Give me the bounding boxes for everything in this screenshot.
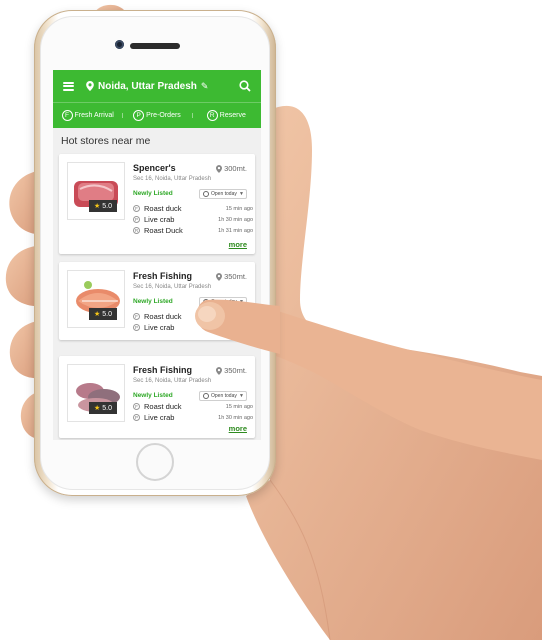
earpiece-speaker bbox=[130, 43, 180, 49]
rating-badge: ★ 5.0 bbox=[89, 200, 117, 212]
list-item[interactable]: P Live crab 1h 30 min ago bbox=[133, 413, 253, 422]
front-camera bbox=[115, 40, 124, 49]
newly-listed-label: Newly Listed bbox=[133, 190, 173, 197]
store-name[interactable]: Spencer's bbox=[133, 163, 176, 173]
item-badge: R bbox=[133, 227, 140, 234]
rating-value: 5.0 bbox=[102, 404, 112, 412]
distance-value: 350mt. bbox=[224, 272, 247, 281]
rating-badge: ★ 5.0 bbox=[89, 308, 117, 320]
tab-reserve[interactable]: R Reserve bbox=[191, 110, 261, 121]
tab-label: Fresh Arrival bbox=[74, 112, 114, 119]
pencil-icon[interactable]: ✎ bbox=[201, 81, 209, 92]
star-icon: ★ bbox=[93, 311, 101, 318]
item-time: 15 min ago bbox=[225, 403, 253, 410]
tab-fresh-arrival[interactable]: F Fresh Arrival bbox=[53, 110, 122, 121]
item-time: 15 min ago bbox=[225, 205, 253, 212]
item-badge: P bbox=[133, 324, 140, 331]
app-bar: Noida, Uttar Pradesh ✎ F Fresh Arrival PP… bbox=[53, 70, 261, 128]
list-item[interactable]: P Live crab 1h 30 min ago bbox=[133, 215, 253, 224]
store-address: Sec 16, Noida, Uttar Pradesh bbox=[133, 176, 212, 182]
item-badge: F bbox=[133, 403, 140, 410]
item-time: 1h 30 min ago bbox=[218, 414, 253, 421]
store-card[interactable]: ★ 5.0 Fresh Fishing 350mt. Sec 16, Noida,… bbox=[59, 356, 255, 438]
item-name: Roast duck bbox=[144, 402, 182, 411]
section-title: Hot stores near me bbox=[61, 135, 151, 147]
stage: Noida, Uttar Pradesh ✎ F Fresh Arrival PP… bbox=[0, 0, 542, 640]
item-name: Live crab bbox=[144, 215, 175, 224]
distance: 300mt. bbox=[216, 164, 247, 173]
item-badge: P bbox=[133, 216, 140, 223]
item-name: Roast duck bbox=[144, 312, 182, 321]
store-address: Sec 16, Noida, Uttar Pradesh bbox=[133, 284, 212, 290]
location-label[interactable]: Noida, Uttar Pradesh bbox=[98, 81, 197, 92]
list-item[interactable]: R Roast Duck 1h 31 min ago bbox=[133, 226, 253, 235]
item-time: 1h 31 min ago bbox=[218, 227, 253, 234]
search-icon[interactable] bbox=[239, 80, 251, 92]
item-badge: F bbox=[133, 205, 140, 212]
clock-icon bbox=[203, 191, 209, 197]
list-item[interactable]: F Roast duck 15 min ago bbox=[133, 402, 253, 411]
item-badge: F bbox=[133, 313, 140, 320]
rating-value: 5.0 bbox=[102, 310, 112, 318]
open-label: Open today bbox=[211, 393, 237, 399]
open-today-dropdown[interactable]: Open today▼ bbox=[199, 391, 247, 401]
item-name: Live crab bbox=[144, 323, 175, 332]
item-name: Roast duck bbox=[144, 204, 182, 213]
store-card[interactable]: ★ 5.0 Spencer's 300mt. Sec 16, Noida, Utt… bbox=[59, 154, 255, 254]
filter-tabs: F Fresh Arrival P Pre-Orders R Reserve bbox=[53, 102, 261, 128]
star-icon: ★ bbox=[93, 203, 101, 210]
distance: 350mt. bbox=[216, 272, 247, 281]
app-screen: Noida, Uttar Pradesh ✎ F Fresh Arrival PP… bbox=[53, 70, 261, 440]
tab-pre-orders[interactable]: P Pre-Orders bbox=[122, 110, 191, 121]
location-pin-icon bbox=[86, 81, 94, 91]
rating-badge: ★ 5.0 bbox=[89, 402, 117, 414]
tab-label: Reserve bbox=[219, 112, 246, 119]
store-name[interactable]: Fresh Fishing bbox=[133, 271, 192, 281]
list-item[interactable]: F Roast duck 15 min ago bbox=[133, 204, 253, 213]
item-name: Live crab bbox=[144, 413, 175, 422]
distance: 350mt. bbox=[216, 366, 247, 375]
newly-listed-label: Newly Listed bbox=[133, 392, 173, 399]
tab-letter: P bbox=[133, 110, 145, 121]
item-time: 1h 30 min ago bbox=[218, 216, 253, 223]
home-button[interactable] bbox=[136, 443, 174, 481]
newly-listed-label: Newly Listed bbox=[133, 298, 173, 305]
more-link[interactable]: more bbox=[229, 240, 247, 249]
clock-icon bbox=[203, 393, 209, 399]
menu-icon[interactable] bbox=[63, 81, 74, 91]
location-pin-icon bbox=[216, 164, 223, 173]
star-icon: ★ bbox=[93, 405, 101, 412]
distance-value: 350mt. bbox=[224, 366, 247, 375]
item-badge: P bbox=[133, 414, 140, 421]
tab-label: Pre-Orders bbox=[146, 112, 181, 119]
open-label: Open today bbox=[211, 191, 237, 197]
pointing-finger bbox=[195, 299, 280, 354]
more-link[interactable]: more bbox=[229, 424, 247, 433]
tab-letter: R bbox=[206, 110, 218, 121]
store-address: Sec 16, Noida, Uttar Pradesh bbox=[133, 378, 212, 384]
chevron-down-icon: ▼ bbox=[239, 393, 244, 399]
location-pin-icon bbox=[216, 272, 223, 281]
item-name: Roast Duck bbox=[144, 226, 183, 235]
open-today-dropdown[interactable]: Open today▼ bbox=[199, 189, 247, 199]
rating-value: 5.0 bbox=[102, 202, 112, 210]
chevron-down-icon: ▼ bbox=[239, 191, 244, 197]
tab-letter: F bbox=[61, 110, 73, 121]
distance-value: 300mt. bbox=[224, 164, 247, 173]
store-name[interactable]: Fresh Fishing bbox=[133, 365, 192, 375]
location-pin-icon bbox=[216, 366, 223, 375]
